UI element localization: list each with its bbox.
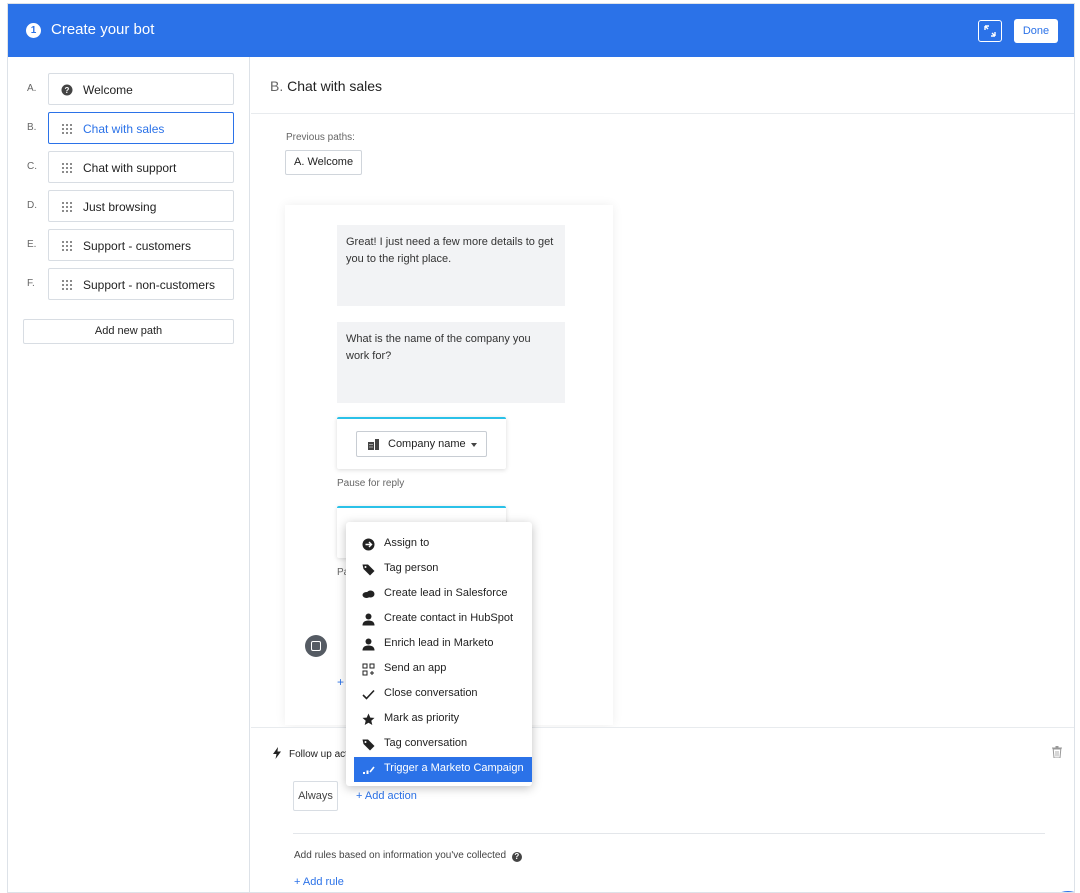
bot-avatar bbox=[305, 635, 327, 657]
add-rule-link[interactable]: + Add rule bbox=[294, 876, 344, 888]
add-action-menu: Assign to Tag person Create lead in Sale… bbox=[346, 522, 532, 786]
drag-handle-icon[interactable] bbox=[61, 279, 73, 291]
previous-paths-label: Previous paths: bbox=[286, 132, 355, 143]
sidebar-item-label: Support - non-customers bbox=[83, 278, 216, 292]
menu-item-label: Tag conversation bbox=[384, 737, 468, 749]
attribute-collector-card: Company name bbox=[337, 417, 506, 469]
sidebar-item-support-customers[interactable]: E. Support - customers bbox=[8, 229, 250, 261]
drag-handle-icon[interactable] bbox=[61, 240, 73, 252]
assign-icon bbox=[362, 538, 375, 551]
menu-item-tag-conversation[interactable]: Tag conversation bbox=[346, 732, 532, 757]
menu-item-send-an-app[interactable]: Send an app bbox=[346, 657, 532, 682]
header-bar: 1 Create your bot Done bbox=[8, 4, 1074, 57]
expand-button[interactable] bbox=[978, 20, 1002, 42]
star-icon bbox=[362, 713, 375, 725]
bot-message[interactable]: Great! I just need a few more details to… bbox=[337, 225, 565, 306]
path-letter: E. bbox=[27, 239, 37, 250]
menu-item-label: Assign to bbox=[384, 537, 430, 549]
previous-path-chip[interactable]: A. Welcome bbox=[285, 150, 363, 175]
bot-message[interactable]: What is the name of the company you work… bbox=[337, 322, 565, 403]
menu-item-create-contact-hubspot[interactable]: Create contact in HubSpot bbox=[346, 607, 532, 632]
sidebar-item-label: Chat with support bbox=[83, 161, 177, 175]
path-title-prefix: B. bbox=[270, 78, 284, 94]
tag-icon bbox=[362, 564, 375, 576]
checkmark-icon bbox=[362, 689, 375, 700]
follow-up-actions-label: Follow up act bbox=[289, 749, 348, 760]
tag-icon bbox=[362, 739, 375, 751]
always-condition-chip[interactable]: Always bbox=[293, 781, 338, 811]
menu-item-mark-as-priority[interactable]: Mark as priority bbox=[346, 707, 532, 732]
sidebar-item-welcome[interactable]: A. ? Welcome bbox=[8, 73, 250, 105]
pause-for-reply-label: Pause for reply bbox=[337, 478, 405, 489]
page-title: Create your bot bbox=[51, 21, 155, 38]
person-icon bbox=[362, 638, 375, 651]
rules-help-label: Add rules based on information you've co… bbox=[294, 850, 507, 861]
menu-item-trigger-marketo-campaign[interactable]: Trigger a Marketo Campaign bbox=[354, 757, 532, 782]
path-title: B. Chat with sales bbox=[270, 78, 382, 94]
path-letter: F. bbox=[27, 278, 35, 289]
sidebar-item-label: Just browsing bbox=[83, 200, 157, 214]
help-icon[interactable]: ? bbox=[511, 852, 522, 862]
menu-item-label: Create contact in HubSpot bbox=[384, 612, 514, 624]
sidebar-item-just-browsing[interactable]: D. Just browsing bbox=[8, 190, 250, 222]
add-step-button[interactable]: + bbox=[337, 675, 344, 689]
menu-item-create-lead-salesforce[interactable]: Create lead in Salesforce bbox=[346, 582, 532, 607]
step-number-badge: 1 bbox=[26, 23, 41, 38]
attribute-select[interactable]: Company name bbox=[356, 431, 487, 457]
bot-builder-window: 1 Create your bot Done A. ? Welcome B. C… bbox=[7, 3, 1075, 893]
add-action-link[interactable]: + Add action bbox=[356, 790, 417, 802]
lightning-icon bbox=[273, 747, 281, 759]
sidebar-item-label: Welcome bbox=[83, 83, 133, 97]
attribute-select-value: Company name bbox=[388, 438, 466, 450]
salesforce-cloud-icon bbox=[362, 590, 375, 598]
trash-icon[interactable] bbox=[1052, 746, 1062, 758]
menu-item-label: Mark as priority bbox=[384, 712, 460, 724]
path-letter: C. bbox=[27, 161, 37, 172]
path-title-text: Chat with sales bbox=[287, 78, 383, 94]
chevron-down-icon bbox=[471, 443, 477, 447]
path-title-bar: B. Chat with sales bbox=[251, 57, 1074, 114]
sidebar-item-chat-with-sales[interactable]: B. Chat with sales bbox=[8, 112, 250, 144]
menu-item-label: Send an app bbox=[384, 662, 447, 674]
sidebar-item-support-non-customers[interactable]: F. Support - non-customers bbox=[8, 268, 250, 300]
building-icon bbox=[368, 439, 379, 450]
sidebar-item-chat-with-support[interactable]: C. Chat with support bbox=[8, 151, 250, 183]
drag-handle-icon[interactable] bbox=[61, 162, 73, 174]
path-sidebar: A. ? Welcome B. Chat with sales C. Chat … bbox=[8, 57, 250, 892]
menu-item-label: Close conversation bbox=[384, 687, 478, 699]
svg-text:?: ? bbox=[65, 86, 70, 95]
drag-handle-icon[interactable] bbox=[61, 201, 73, 213]
add-new-path-button[interactable]: Add new path bbox=[23, 319, 234, 344]
menu-item-tag-person[interactable]: Tag person bbox=[346, 557, 532, 582]
menu-item-label: Create lead in Salesforce bbox=[384, 587, 508, 599]
path-letter: A. bbox=[27, 83, 37, 94]
drag-handle-icon[interactable] bbox=[61, 123, 73, 135]
path-letter: D. bbox=[27, 200, 37, 211]
question-circle-icon: ? bbox=[61, 84, 73, 96]
sidebar-item-label: Chat with sales bbox=[83, 122, 165, 136]
expand-icon bbox=[984, 25, 996, 37]
menu-item-label: Tag person bbox=[384, 562, 439, 574]
menu-item-assign-to[interactable]: Assign to bbox=[346, 532, 532, 557]
path-letter: B. bbox=[27, 122, 37, 133]
menu-item-close-conversation[interactable]: Close conversation bbox=[346, 682, 532, 707]
person-icon bbox=[362, 613, 375, 626]
marketo-chart-icon bbox=[363, 766, 375, 774]
done-button[interactable]: Done bbox=[1014, 19, 1058, 43]
divider bbox=[293, 833, 1045, 834]
menu-item-enrich-lead-marketo[interactable]: Enrich lead in Marketo bbox=[346, 632, 532, 657]
menu-item-label: Trigger a Marketo Campaign bbox=[384, 762, 524, 774]
rules-help-text: Add rules based on information you've co… bbox=[294, 850, 522, 862]
app-grid-icon bbox=[362, 663, 375, 676]
menu-item-label: Enrich lead in Marketo bbox=[384, 637, 494, 649]
sidebar-item-label: Support - customers bbox=[83, 239, 192, 253]
